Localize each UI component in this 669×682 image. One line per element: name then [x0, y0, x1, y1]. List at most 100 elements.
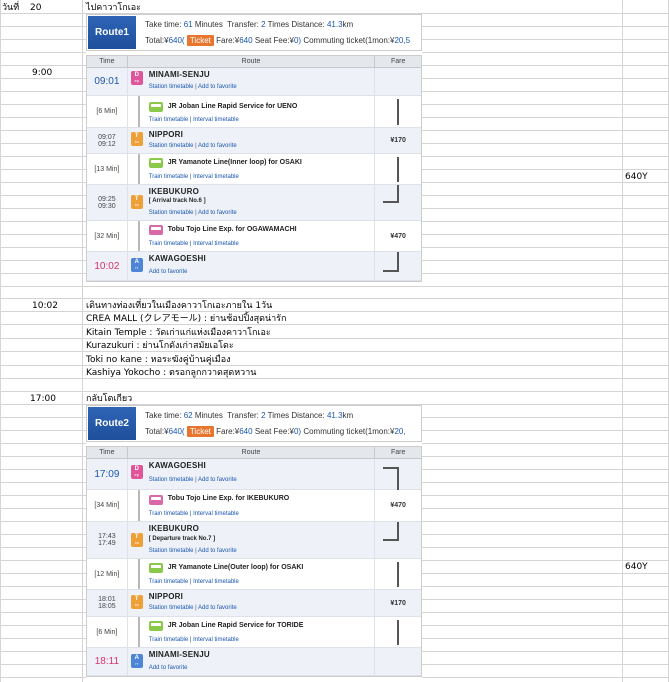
line-links: Train timetable | Interval timetable — [148, 117, 239, 123]
ticket-button[interactable]: Ticket — [186, 35, 214, 46]
header-route: Route — [128, 56, 376, 67]
activity-cell[interactable]: Toki no kane : หอระฆังคู่บ้านคู่เมือง — [86, 354, 231, 366]
departure-time: 09:30 — [98, 202, 116, 210]
train-timetable-link[interactable]: Train timetable — [149, 637, 188, 643]
interval-timetable-link[interactable]: Interval timetable — [193, 637, 239, 643]
add-favorite-link[interactable]: Add to favorite — [198, 605, 237, 611]
train-icon — [148, 495, 163, 505]
times-unit: Times — [267, 411, 290, 420]
fare-cell — [375, 459, 421, 490]
station-timetable-link[interactable]: Station timetable — [149, 143, 194, 149]
icon-sub: ra — [134, 540, 139, 545]
route-badge[interactable]: Route1 — [88, 16, 136, 49]
train-timetable-link[interactable]: Train timetable — [149, 511, 188, 517]
fare-total-cell-2[interactable]: 640Y — [625, 561, 648, 573]
distance-unit: km — [342, 411, 354, 420]
interval-timetable-link[interactable]: Interval timetable — [193, 117, 239, 123]
station-timetable-link[interactable]: Station timetable — [149, 605, 194, 611]
add-favorite-link[interactable]: Add to favorite — [198, 548, 237, 554]
add-favorite-link[interactable]: Add to favorite — [149, 269, 188, 275]
interval-timetable-link[interactable]: Interval timetable — [193, 579, 239, 585]
train-timetable-link[interactable]: Train timetable — [149, 579, 188, 585]
line-links: Train timetable | Interval timetable — [148, 174, 239, 180]
activity-cell[interactable]: Kurazukuri : ย่านโกดังเก่าสมัยเอโดะ — [86, 340, 234, 352]
outbound-title[interactable]: ไปคาวาโกเอะ — [86, 2, 141, 14]
activity-cell[interactable]: เดินทางท่องเที่ยวในเมืองคาวาโกเอะภายใน 1… — [86, 300, 272, 312]
line-name[interactable]: JR Joban Line Rapid Service for TORIDE — [168, 622, 304, 629]
day-number[interactable]: 20 — [30, 2, 41, 14]
route-summary-line-2: Total:¥640( Ticket Fare:¥640 Seat Fee:¥0… — [145, 426, 406, 437]
fare-cell: ¥470 — [375, 490, 421, 521]
distance-label: Distance: — [291, 20, 325, 29]
rail-bar — [137, 490, 140, 521]
add-favorite-link[interactable]: Add to favorite — [198, 477, 237, 483]
station-links: Station timetable | Add to favorite — [148, 143, 237, 149]
line-name[interactable]: Tobu Tojo Line Exp. for OGAWAMACHI — [168, 226, 297, 233]
total-value: 640( — [168, 36, 185, 45]
icon-sub: ra — [134, 139, 139, 144]
station-timetable-link[interactable]: Station timetable — [149, 477, 194, 483]
station-name[interactable]: IKEBUKURO — [149, 524, 199, 533]
add-favorite-link[interactable]: Add to favorite — [198, 210, 237, 216]
line-name[interactable]: JR Joban Line Rapid Service for UENO — [168, 103, 298, 110]
route-panel-2: Route2 Take time: 62 Minutes Transfer: 2… — [86, 405, 422, 682]
commuting-label: Commuting ticket(1mon:¥ — [303, 36, 395, 45]
station-timetable-link[interactable]: Station timetable — [149, 548, 194, 554]
line-links: Train timetable | Interval timetable — [148, 579, 239, 585]
minutes-unit: Minutes — [194, 411, 223, 420]
day-label[interactable]: วันที่ — [2, 2, 19, 14]
station-name[interactable]: KAWAGOESHI — [149, 254, 206, 263]
time-cell-1700[interactable]: 17:00 — [30, 393, 56, 405]
station-links: Station timetable | Add to favorite — [148, 210, 237, 216]
train-timetable-link[interactable]: Train timetable — [149, 174, 188, 180]
activity-cell[interactable]: Kitain Temple : วัดเก่าแก่แห่งเมืองคาวาโ… — [86, 327, 271, 339]
station-name[interactable]: MINAMI-SENJU — [149, 70, 210, 79]
add-favorite-link[interactable]: Add to favorite — [198, 84, 237, 90]
add-favorite-link[interactable]: Add to favorite — [198, 143, 237, 149]
activity-cell[interactable]: CREA MALL (クレアモール) : ย่านช้อปปิ้งสุดน่าร… — [86, 313, 286, 325]
segment-fare: ¥470 — [390, 232, 406, 240]
train-timetable-link[interactable]: Train timetable — [149, 241, 188, 247]
station-timetable-link[interactable]: Station timetable — [149, 210, 194, 216]
station-name[interactable]: NIPPORI — [149, 130, 183, 139]
route-cell: Dep MINAMI-SENJU Station timetable | Add… — [128, 68, 376, 95]
train-icon — [148, 563, 163, 573]
icon-sub: ep — [134, 472, 139, 477]
header-fare: Fare — [390, 58, 406, 65]
departure-time: 09:01 — [94, 76, 120, 87]
interval-timetable-link[interactable]: Interval timetable — [193, 241, 239, 247]
station-links: Station timetable | Add to favorite — [148, 548, 237, 554]
add-favorite-link[interactable]: Add to favorite — [149, 665, 188, 671]
train-timetable-link[interactable]: Train timetable — [149, 117, 188, 123]
route-cell: JR Joban Line Rapid Service for TORIDE T… — [128, 617, 376, 647]
line-name[interactable]: JR Yamanote Line(Inner loop) for OSAKI — [168, 159, 302, 166]
activity-cell[interactable]: Kashiya Yokocho : ตรอกลูกกวาดสุดหวาน — [86, 367, 256, 379]
station-name[interactable]: NIPPORI — [149, 592, 183, 601]
return-title[interactable]: กลับโตเกียว — [86, 393, 132, 405]
station-name[interactable]: IKEBUKURO — [149, 187, 199, 196]
station-name[interactable]: KAWAGOESHI — [149, 461, 206, 470]
station-links: Station timetable | Add to favorite — [148, 605, 237, 611]
station-name[interactable]: MINAMI-SENJU — [149, 650, 210, 659]
header-time: Time — [87, 56, 128, 67]
times-unit: Times — [267, 20, 290, 29]
station-links: Station timetable | Add to favorite — [148, 84, 237, 90]
interval-timetable-link[interactable]: Interval timetable — [193, 511, 239, 517]
line-links: Train timetable | Interval timetable — [148, 511, 239, 517]
route-badge[interactable]: Route2 — [88, 407, 136, 440]
time-cell-900[interactable]: 9:00 — [32, 67, 52, 79]
arrival-time: 09:07 — [98, 133, 116, 141]
line-name[interactable]: Tobu Tojo Line Exp. for IKEBUKURO — [168, 495, 289, 502]
icon-sub: ra — [134, 202, 139, 207]
icon-sub: ra — [134, 602, 139, 607]
line-name[interactable]: JR Yamanote Line(Outer loop) for OSAKI — [168, 564, 304, 571]
station-timetable-link[interactable]: Station timetable — [149, 84, 194, 90]
fare-cell: ¥170 — [375, 590, 421, 616]
grid-col-line — [82, 0, 83, 682]
ride-duration: [32 Min] — [94, 232, 120, 240]
interval-timetable-link[interactable]: Interval timetable — [193, 174, 239, 180]
ticket-button[interactable]: Ticket — [186, 426, 214, 437]
time-cell-1002[interactable]: 10:02 — [32, 300, 58, 312]
fare-total-cell-1[interactable]: 640Y — [625, 171, 648, 183]
fare-bracket — [383, 562, 400, 587]
